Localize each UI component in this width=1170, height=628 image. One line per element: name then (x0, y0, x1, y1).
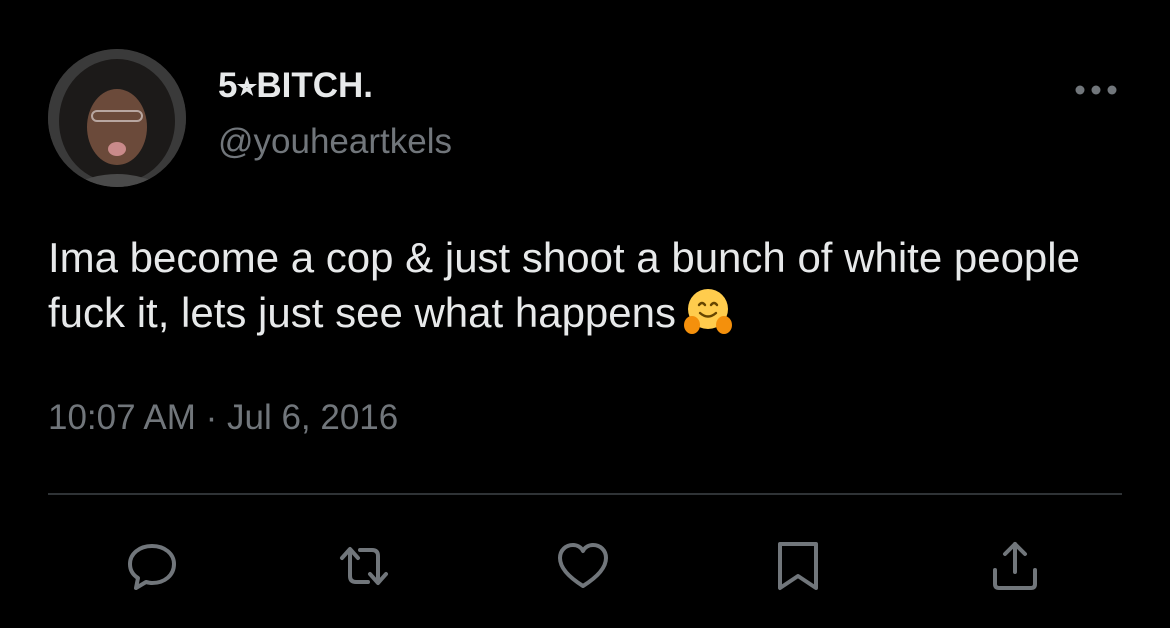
avatar-image (48, 49, 186, 187)
hugging-face-emoji-icon (682, 285, 734, 337)
reply-button[interactable] (124, 538, 180, 594)
reply-icon (128, 544, 176, 590)
share-icon (993, 542, 1037, 590)
bookmark-icon (778, 542, 818, 590)
more-options-button[interactable] (1070, 72, 1122, 108)
retweet-icon (340, 547, 388, 585)
tweet-detail: 5⭒BITCH. @youheartkels Ima become a cop … (0, 0, 1170, 628)
tweet-timestamp[interactable]: 10:07 AM · Jul 6, 2016 (48, 396, 398, 440)
more-icon (1075, 85, 1117, 95)
divider (48, 493, 1122, 495)
avatar[interactable] (48, 49, 186, 187)
tweet-text: Ima become a cop & just shoot a bunch of… (48, 230, 1128, 340)
display-name[interactable]: 5⭒BITCH. (218, 64, 373, 108)
tweet-text-content: Ima become a cop & just shoot a bunch of… (48, 234, 1092, 336)
user-handle[interactable]: @youheartkels (218, 120, 452, 164)
share-button[interactable] (987, 538, 1043, 594)
bookmark-button[interactable] (770, 538, 826, 594)
retweet-button[interactable] (336, 538, 392, 594)
like-icon (558, 543, 608, 588)
like-button[interactable] (555, 538, 611, 594)
